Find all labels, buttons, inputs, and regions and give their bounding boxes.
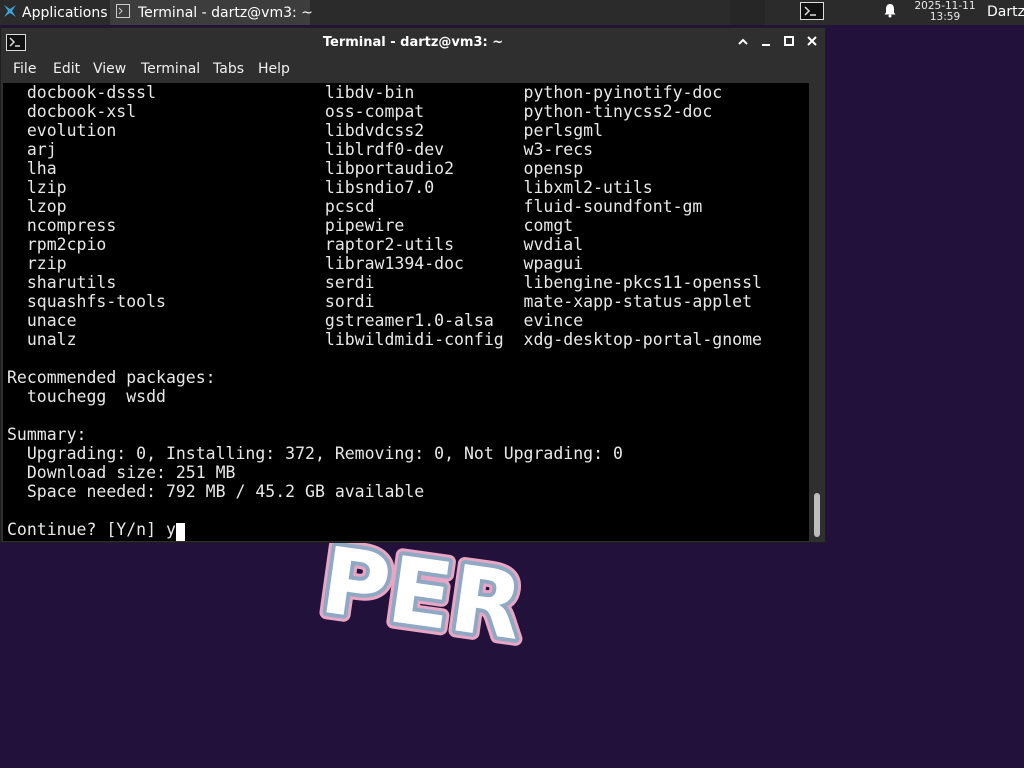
- apps-logo-icon: [2, 3, 18, 23]
- desktop-wallpaper-logo: PER PER PER: [300, 540, 680, 684]
- taskbar-terminal-button[interactable]: Terminal - dartz@vm3: ~: [110, 0, 313, 25]
- package-row: lzip libsndio7.0 libxml2-utils: [7, 178, 653, 197]
- menu-tabs[interactable]: Tabs: [213, 61, 244, 77]
- package-row: sharutils serdi libengine-pkcs11-openssl: [7, 273, 762, 292]
- panel-terminal-launcher[interactable]: [797, 0, 827, 25]
- package-row: docbook-xsl oss-compat python-tinycss2-d…: [7, 102, 713, 121]
- continue-prompt: Continue? [Y/n] y: [7, 520, 176, 539]
- window-titlebar[interactable]: Terminal - dartz@vm3: ~: [1, 28, 825, 58]
- top-panel: Applications Terminal - dartz@vm3: ~ 202…: [0, 0, 1024, 25]
- package-row: evolution libdvdcss2 perlsgml: [7, 121, 604, 140]
- window-title: Terminal - dartz@vm3: ~: [322, 35, 504, 50]
- recommended-list: touchegg wsdd: [7, 387, 166, 406]
- chevron-up-icon: [737, 35, 749, 51]
- applications-menu-button[interactable]: Applications: [0, 0, 110, 25]
- package-row: rpm2cpio raptor2-utils wvdial: [7, 235, 584, 254]
- close-button[interactable]: [802, 33, 822, 53]
- package-row: unace gstreamer1.0-alsa evince: [7, 311, 584, 330]
- taskbar-terminal-label: Terminal - dartz@vm3: ~: [138, 4, 313, 21]
- summary-line: Download size: 251 MB: [7, 463, 236, 482]
- clock-time: 13:59: [929, 11, 961, 23]
- menu-edit[interactable]: Edit: [53, 61, 80, 77]
- package-row: docbook-dsssl libdv-bin python-pyinotify…: [7, 83, 723, 102]
- recommended-header: Recommended packages:: [7, 368, 216, 387]
- minimize-icon: [760, 35, 772, 51]
- user-menu[interactable]: Dartz: [987, 0, 1024, 25]
- svg-text:PER: PER: [315, 540, 529, 661]
- menu-file[interactable]: File: [13, 61, 36, 77]
- menu-bar: File Edit View Terminal Tabs Help: [1, 58, 825, 82]
- shade-button[interactable]: [733, 33, 753, 53]
- package-row: unalz libwildmidi-config xdg-desktop-por…: [7, 330, 762, 349]
- terminal-icon: [116, 3, 130, 22]
- summary-header: Summary:: [7, 425, 87, 444]
- text-cursor: [175, 523, 185, 541]
- close-icon: [806, 35, 818, 51]
- package-row: arj liblrdf0-dev w3-recs: [7, 140, 594, 159]
- package-row: squashfs-tools sordi mate-xapp-status-ap…: [7, 292, 753, 311]
- terminal-scrollbar[interactable]: [811, 83, 823, 541]
- maximize-button[interactable]: [779, 33, 799, 53]
- terminal-output[interactable]: docbook-dsssl libdv-bin python-pyinotify…: [3, 83, 809, 541]
- terminal-window: Terminal - dartz@vm3: ~ File Edit View T…: [0, 27, 826, 543]
- package-row: lha libportaudio2 opensp: [7, 159, 584, 178]
- package-row: ncompress pipewire comgt: [7, 216, 574, 235]
- maximize-icon: [783, 35, 795, 51]
- scrollbar-thumb[interactable]: [814, 493, 820, 537]
- notifications-button[interactable]: [878, 0, 902, 25]
- package-row: lzop pcscd fluid-soundfont-gm: [7, 197, 703, 216]
- package-row: rzip libraw1394-doc wpagui: [7, 254, 584, 273]
- bell-icon: [883, 3, 897, 22]
- menu-terminal[interactable]: Terminal: [141, 61, 200, 77]
- menu-view[interactable]: View: [93, 61, 126, 77]
- applications-label: Applications: [22, 4, 108, 21]
- panel-separator: [730, 0, 765, 25]
- clock[interactable]: 2025-11-11 13:59: [908, 1, 982, 23]
- minimize-button[interactable]: [756, 33, 776, 53]
- summary-line: Upgrading: 0, Installing: 372, Removing:…: [7, 444, 623, 463]
- menu-help[interactable]: Help: [258, 61, 290, 77]
- terminal-text: docbook-dsssl libdv-bin python-pyinotify…: [7, 83, 762, 541]
- terminal-icon: [800, 1, 824, 24]
- summary-line: Space needed: 792 MB / 45.2 GB available: [7, 482, 425, 501]
